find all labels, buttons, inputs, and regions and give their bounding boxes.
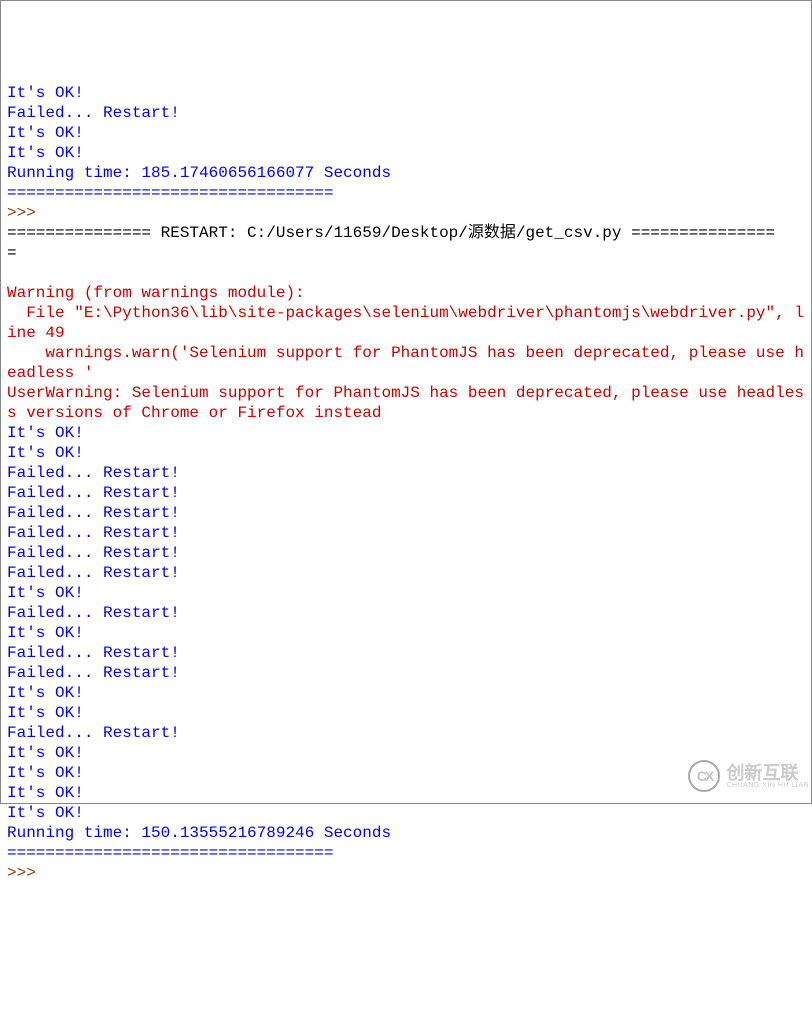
- output-line: It's OK!: [7, 424, 84, 442]
- output-line: It's OK!: [7, 624, 84, 642]
- prompt: >>>: [7, 864, 45, 882]
- output-line: It's OK!: [7, 804, 84, 822]
- watermark-logo: CX 创新互联 CHUANG XIN HU LIAN: [659, 751, 809, 801]
- output-line: Failed... Restart!: [7, 484, 180, 502]
- output-line: ==================================: [7, 844, 333, 862]
- output-line: It's OK!: [7, 684, 84, 702]
- output-line: It's OK!: [7, 764, 84, 782]
- restart-banner: =============== RESTART: C:/Users/11659/…: [7, 224, 775, 242]
- output-line: Failed... Restart!: [7, 604, 180, 622]
- output-line: It's OK!: [7, 744, 84, 762]
- warning-line: File "E:\Python36\lib\site-packages\sele…: [7, 304, 804, 342]
- output-line: It's OK!: [7, 144, 84, 162]
- restart-banner-continuation: =: [7, 244, 17, 262]
- output-line: Failed... Restart!: [7, 564, 180, 582]
- warning-line: warnings.warn('Selenium support for Phan…: [7, 344, 804, 382]
- output-line: Failed... Restart!: [7, 464, 180, 482]
- output-line: Failed... Restart!: [7, 524, 180, 542]
- warning-line: Warning (from warnings module):: [7, 284, 305, 302]
- output-line: Failed... Restart!: [7, 644, 180, 662]
- output-line: Failed... Restart!: [7, 544, 180, 562]
- output-line: Failed... Restart!: [7, 724, 180, 742]
- output-line: Running time: 185.17460656166077 Seconds: [7, 164, 391, 182]
- watermark-en: CHUANG XIN HU LIAN: [726, 782, 809, 789]
- output-line: It's OK!: [7, 124, 84, 142]
- output-line: Failed... Restart!: [7, 104, 180, 122]
- watermark-cn: 创新互联: [726, 764, 809, 782]
- output-line: ==================================: [7, 184, 333, 202]
- watermark-text: 创新互联 CHUANG XIN HU LIAN: [726, 764, 809, 789]
- warning-line: UserWarning: Selenium support for Phanto…: [7, 384, 804, 422]
- output-line: Failed... Restart!: [7, 504, 180, 522]
- prompt: >>>: [7, 204, 45, 222]
- output-line: It's OK!: [7, 784, 84, 802]
- output-line: It's OK!: [7, 84, 84, 102]
- output-line: It's OK!: [7, 444, 84, 462]
- output-line: It's OK!: [7, 584, 84, 602]
- output-line: Failed... Restart!: [7, 664, 180, 682]
- output-line: It's OK!: [7, 704, 84, 722]
- watermark-icon: CX: [688, 760, 720, 792]
- output-line: Running time: 150.13555216789246 Seconds: [7, 824, 391, 842]
